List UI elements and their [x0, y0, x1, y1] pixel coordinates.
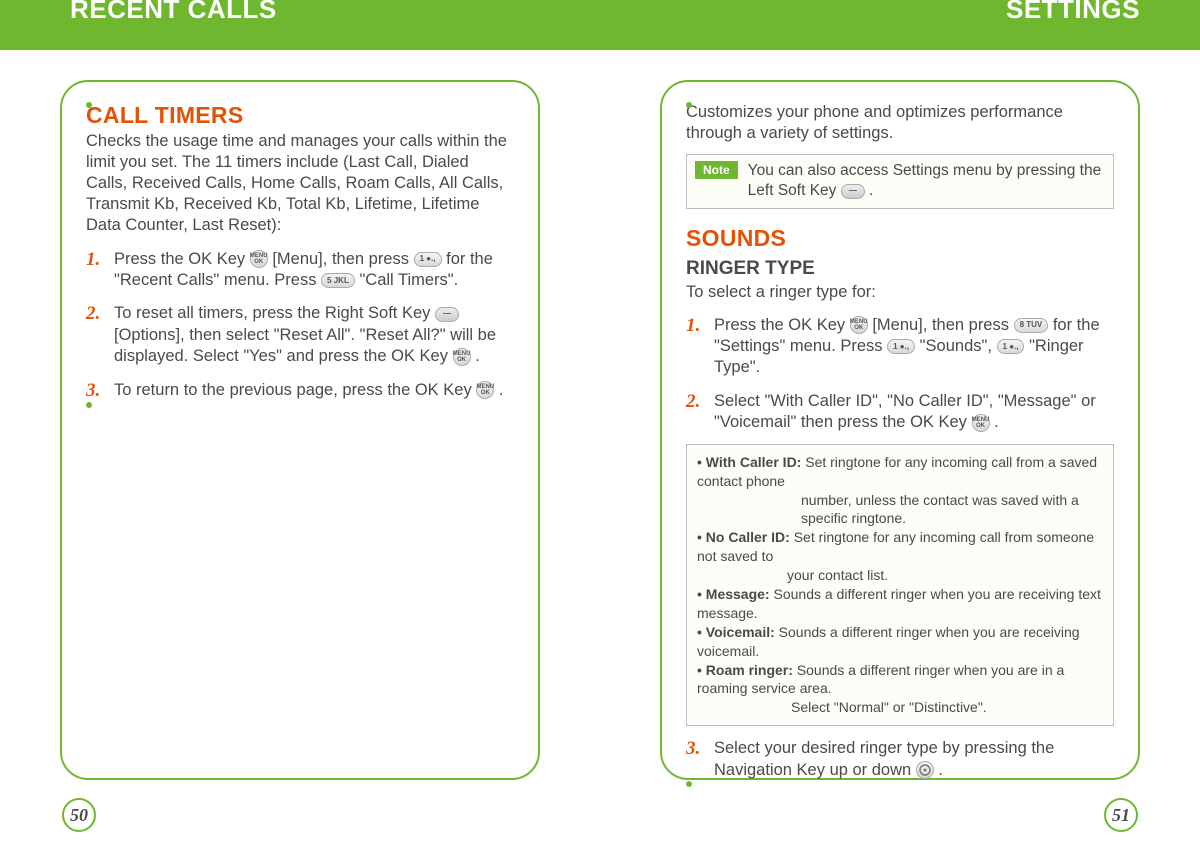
call-timers-intro: Checks the usage time and manages your c… — [86, 131, 514, 237]
page-number-left: 50 — [62, 798, 96, 832]
step-text: Select "With Caller ID", "No Caller ID",… — [714, 391, 1114, 434]
text: To return to the previous page, press th… — [114, 381, 476, 399]
right-page: Customizes your phone and optimizes perf… — [600, 50, 1200, 850]
header-right-title: SETTINGS — [1006, 0, 1140, 25]
text: [Menu], then press — [272, 250, 413, 268]
text: "Call Timers". — [359, 271, 458, 289]
step-number: 1. — [86, 249, 104, 292]
ok-key-icon: MENU OK — [972, 414, 990, 432]
step-number: 3. — [86, 380, 104, 402]
ringer-type-sub: To select a ringer type for: — [686, 282, 1114, 303]
list-item: 2. To reset all timers, press the Right … — [86, 303, 514, 367]
text: your contact list. — [697, 566, 1103, 585]
step-text: Press the OK Key MENU OK [Menu], then pr… — [714, 315, 1114, 379]
page-number-right: 51 — [1104, 798, 1138, 832]
right-panel: Customizes your phone and optimizes perf… — [660, 80, 1140, 780]
text: . — [938, 761, 943, 779]
keypad-8-icon: 8 TUV — [1014, 318, 1049, 333]
text: . — [499, 381, 504, 399]
term: • Message: — [697, 586, 774, 602]
ok-key-icon: MENU OK — [250, 250, 268, 268]
text: Select your desired ringer type by press… — [714, 739, 1054, 778]
page-number-bubble: 50 — [62, 798, 96, 832]
text: . — [994, 413, 999, 431]
text: To reset all timers, press the Right Sof… — [114, 304, 435, 322]
sounds-heading: SOUNDS — [686, 225, 1114, 252]
page-number: 50 — [70, 805, 88, 826]
note-badge: Note — [695, 161, 738, 179]
settings-intro: Customizes your phone and optimizes perf… — [686, 102, 1114, 144]
left-panel: CALL TIMERS Checks the usage time and ma… — [60, 80, 540, 780]
ok-key-icon: MENU OK — [850, 316, 868, 334]
term: • Voicemail: — [697, 624, 779, 640]
text: Press the OK Key — [714, 316, 850, 334]
ringer-type-heading: RINGER TYPE — [686, 258, 1114, 280]
list-item: 3. To return to the previous page, press… — [86, 380, 514, 402]
step-text: To reset all timers, press the Right Sof… — [114, 303, 514, 367]
def-row: • With Caller ID: Set ringtone for any i… — [697, 453, 1103, 491]
page-spread: CALL TIMERS Checks the usage time and ma… — [0, 50, 1200, 850]
keypad-1-icon: 1 ●., — [887, 339, 915, 354]
step-number: 2. — [686, 391, 704, 434]
page-number: 51 — [1112, 805, 1130, 826]
list-item: 2. Select "With Caller ID", "No Caller I… — [686, 391, 1114, 434]
list-item: 1. Press the OK Key MENU OK [Menu], then… — [86, 249, 514, 292]
left-page: CALL TIMERS Checks the usage time and ma… — [0, 50, 600, 850]
def-row: • Voicemail: Sounds a different ringer w… — [697, 623, 1103, 661]
text: You can also access Settings menu by pre… — [748, 162, 1102, 199]
ok-key-icon: MENU OK — [476, 381, 494, 399]
step-number: 1. — [686, 315, 704, 379]
def-row: • Message: Sounds a different ringer whe… — [697, 585, 1103, 623]
def-row: • No Caller ID: Set ringtone for any inc… — [697, 528, 1103, 566]
step-text: Press the OK Key MENU OK [Menu], then pr… — [114, 249, 514, 292]
navigation-key-icon — [916, 761, 934, 779]
text: number, unless the contact was saved wit… — [697, 491, 1103, 529]
text: Select "With Caller ID", "No Caller ID",… — [714, 392, 1096, 431]
ok-key-icon: MENU OK — [453, 348, 471, 366]
right-soft-key-icon: — — [435, 307, 459, 322]
text: Select "Normal" or "Distinctive". — [697, 698, 1103, 717]
text: . — [869, 182, 873, 199]
header-bar: RECENT CALLS SETTINGS — [0, 0, 1200, 50]
text: Press the OK Key — [114, 250, 250, 268]
step-number: 3. — [686, 738, 704, 781]
step-number: 2. — [86, 303, 104, 367]
list-item: 1. Press the OK Key MENU OK [Menu], then… — [686, 315, 1114, 379]
note-box: Note You can also access Settings menu b… — [686, 154, 1114, 208]
list-item: 3. Select your desired ringer type by pr… — [686, 738, 1114, 781]
step-text: Select your desired ringer type by press… — [714, 738, 1114, 781]
text: "Sounds", — [920, 337, 997, 355]
term: • No Caller ID: — [697, 529, 794, 545]
term: • With Caller ID: — [697, 454, 805, 470]
step-text: To return to the previous page, press th… — [114, 380, 503, 402]
keypad-1-icon: 1 ●., — [414, 252, 442, 267]
keypad-5-icon: 5 JKL — [321, 273, 355, 288]
note-text: You can also access Settings menu by pre… — [748, 161, 1105, 201]
term: • Roam ringer: — [697, 662, 797, 678]
keypad-1-icon: 1 ●., — [997, 339, 1025, 354]
text: [Options], then select "Reset All". "Res… — [114, 326, 496, 365]
header-left-title: RECENT CALLS — [70, 0, 277, 25]
text: [Menu], then press — [872, 316, 1013, 334]
def-row: • Roam ringer: Sounds a different ringer… — [697, 661, 1103, 699]
text: . — [475, 347, 480, 365]
left-soft-key-icon: — — [841, 184, 865, 199]
call-timers-heading: CALL TIMERS — [86, 102, 514, 129]
definitions-box: • With Caller ID: Set ringtone for any i… — [686, 444, 1114, 726]
page-number-bubble: 51 — [1104, 798, 1138, 832]
